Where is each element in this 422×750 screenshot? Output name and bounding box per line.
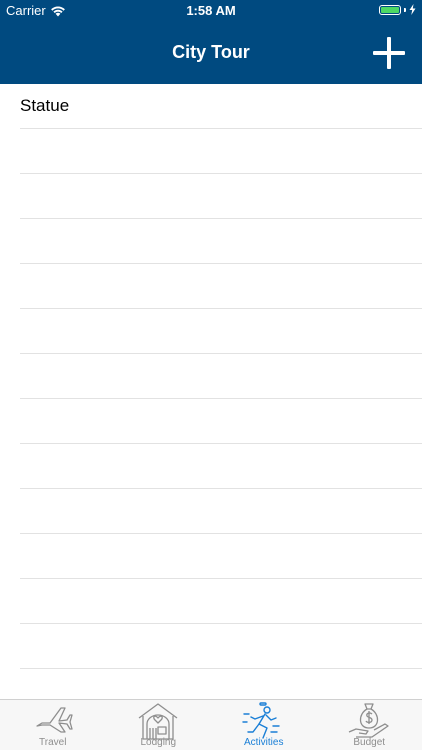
- status-bar: Carrier 1:58 AM: [0, 0, 422, 22]
- list-item: [20, 489, 422, 534]
- list-item[interactable]: Statue: [20, 84, 422, 129]
- tab-label: Activities: [244, 737, 284, 748]
- tab-label: Lodging: [140, 737, 177, 748]
- plus-icon: [373, 37, 405, 69]
- tab-bar: Travel Lodging Activities Budget: [0, 699, 422, 750]
- money-bag-hand-icon: [348, 703, 389, 738]
- navigation-header: Carrier 1:58 AM City Tour: [0, 0, 422, 84]
- charging-bolt-icon: [409, 4, 416, 15]
- add-activity-button[interactable]: [372, 36, 406, 70]
- list-item: [20, 534, 422, 579]
- battery-indicator: [379, 4, 416, 15]
- list-item-label: Statue: [20, 96, 70, 115]
- list-item: [20, 219, 422, 264]
- running-person-icon: [242, 702, 280, 739]
- list-item: [20, 579, 422, 624]
- tab-activities[interactable]: Activities: [211, 700, 317, 750]
- list-item: [20, 129, 422, 174]
- list-item: [20, 354, 422, 399]
- list-item: [20, 174, 422, 219]
- list-item: [20, 264, 422, 309]
- battery-level: [381, 6, 399, 13]
- tab-budget[interactable]: Budget: [317, 700, 422, 750]
- list-item: [20, 624, 422, 669]
- activities-list: Statue: [0, 84, 422, 669]
- tab-label: Travel: [39, 737, 67, 748]
- tab-lodging[interactable]: Lodging: [106, 700, 212, 750]
- airplane-icon: [36, 707, 73, 733]
- battery-icon: [379, 4, 401, 15]
- battery-nub: [404, 7, 406, 12]
- tab-label: Budget: [353, 737, 386, 748]
- status-time: 1:58 AM: [186, 3, 236, 18]
- list-item: [20, 444, 422, 489]
- page-title: City Tour: [172, 42, 250, 62]
- tab-travel[interactable]: Travel: [0, 700, 106, 750]
- list-item: [20, 309, 422, 354]
- house-icon: [138, 703, 178, 740]
- list-item: [20, 399, 422, 444]
